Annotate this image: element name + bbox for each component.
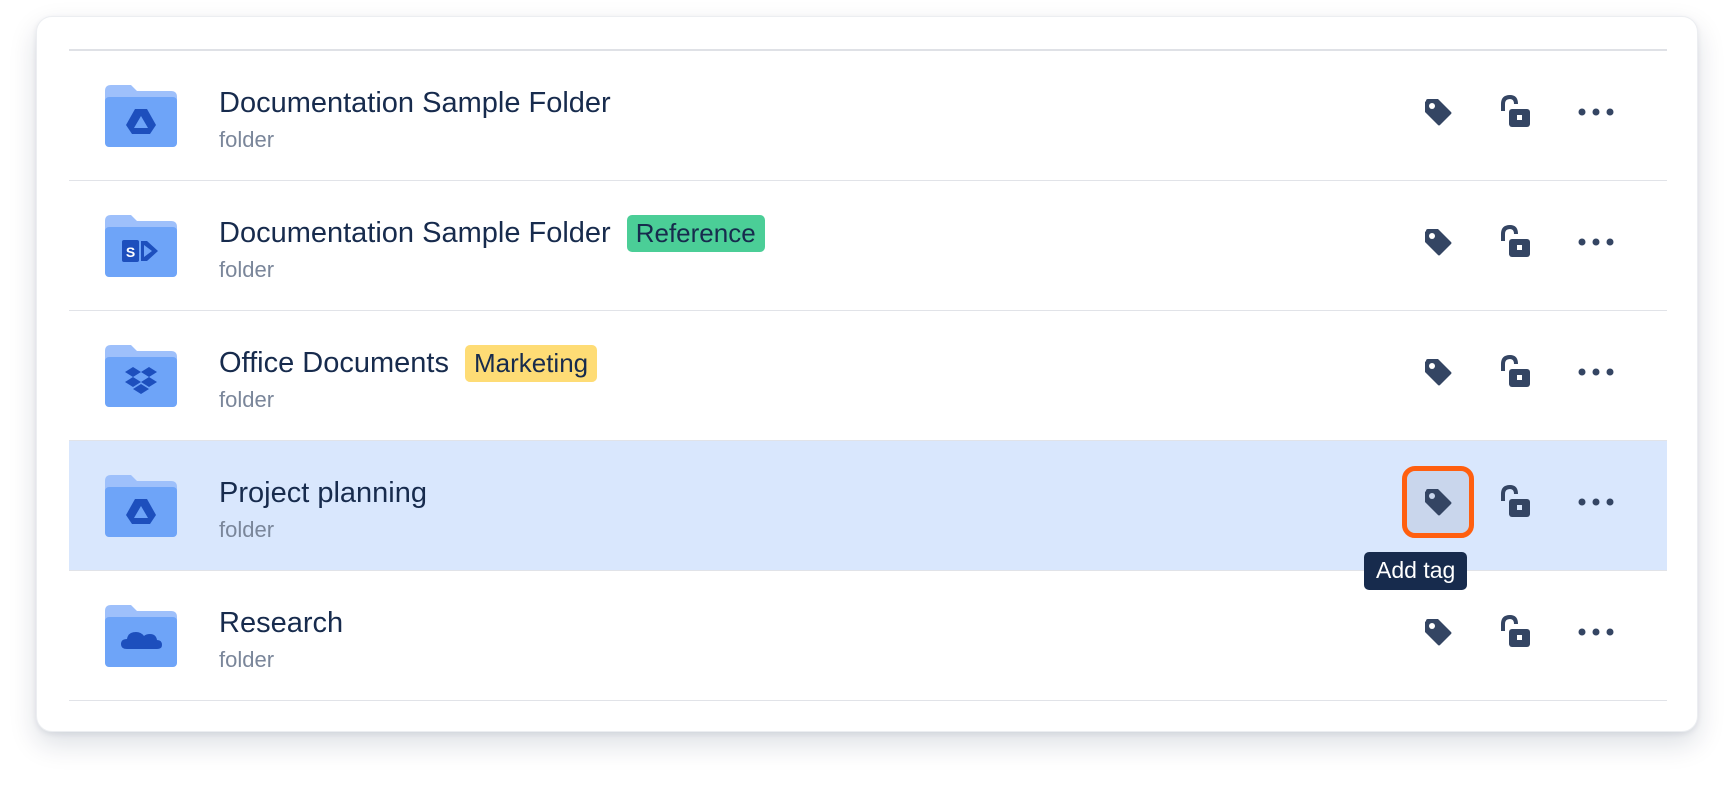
folder-list-card: Documentation Sample Folder folder S Doc… <box>36 16 1698 732</box>
unlock-icon <box>1501 355 1530 387</box>
google-drive-folder-icon <box>105 475 177 537</box>
item-title[interactable]: Office Documents <box>219 347 449 380</box>
list-item[interactable]: Documentation Sample Folder folder <box>69 51 1667 181</box>
unlock-icon <box>1501 615 1530 647</box>
permissions-button[interactable] <box>1484 601 1546 663</box>
dropbox-folder-icon <box>105 345 177 407</box>
permissions-button[interactable] <box>1484 341 1546 403</box>
svg-text:S: S <box>126 244 135 260</box>
tag-icon <box>1425 99 1452 126</box>
item-subtitle: folder <box>219 127 275 152</box>
item-subtitle: folder <box>219 257 275 282</box>
item-title[interactable]: Documentation Sample Folder <box>219 217 611 250</box>
list-item[interactable]: S Documentation Sample Folder Reference … <box>69 181 1667 311</box>
more-horizontal-icon <box>1578 368 1614 376</box>
unlock-icon <box>1501 95 1530 127</box>
item-subtitle: folder <box>219 387 275 412</box>
more-horizontal-icon <box>1578 238 1614 246</box>
more-horizontal-icon <box>1578 108 1614 116</box>
item-subtitle: folder <box>219 647 275 672</box>
add-tag-button[interactable] <box>1407 341 1469 403</box>
permissions-button[interactable] <box>1484 211 1546 273</box>
row-actions <box>1407 51 1667 180</box>
add-tag-tooltip: Add tag <box>1364 552 1468 590</box>
item-title[interactable]: Research <box>219 607 343 640</box>
item-title[interactable]: Project planning <box>219 477 427 510</box>
row-actions <box>1402 441 1667 570</box>
add-tag-button[interactable] <box>1407 211 1469 273</box>
more-actions-button[interactable] <box>1565 471 1627 533</box>
unlock-icon <box>1501 485 1530 517</box>
tag-badge[interactable]: Reference <box>626 214 765 252</box>
row-actions <box>1407 181 1667 310</box>
permissions-button[interactable] <box>1484 471 1546 533</box>
add-tag-button[interactable] <box>1407 601 1469 663</box>
row-actions <box>1407 311 1667 440</box>
add-tag-button[interactable] <box>1402 466 1474 538</box>
onedrive-folder-icon <box>105 605 177 667</box>
folder-list: Documentation Sample Folder folder S Doc… <box>69 49 1667 701</box>
item-subtitle: folder <box>219 517 275 542</box>
more-actions-button[interactable] <box>1565 341 1627 403</box>
unlock-icon <box>1501 225 1530 257</box>
permissions-button[interactable] <box>1484 81 1546 143</box>
row-actions <box>1407 571 1667 700</box>
more-actions-button[interactable] <box>1565 211 1627 273</box>
list-item[interactable]: Research folder <box>69 571 1667 701</box>
item-title[interactable]: Documentation Sample Folder <box>219 87 611 120</box>
google-drive-folder-icon <box>105 85 177 147</box>
sharepoint-folder-icon: S <box>105 215 177 277</box>
tag-icon <box>1425 359 1452 386</box>
tag-icon <box>1425 619 1452 646</box>
more-actions-button[interactable] <box>1565 81 1627 143</box>
tag-badge[interactable]: Marketing <box>464 344 598 382</box>
tag-icon <box>1425 489 1452 516</box>
tag-icon <box>1425 229 1452 256</box>
more-actions-button[interactable] <box>1565 601 1627 663</box>
list-item[interactable]: Office Documents Marketing folder <box>69 311 1667 441</box>
add-tag-button[interactable] <box>1407 81 1469 143</box>
more-horizontal-icon <box>1578 628 1614 636</box>
more-horizontal-icon <box>1578 498 1614 506</box>
